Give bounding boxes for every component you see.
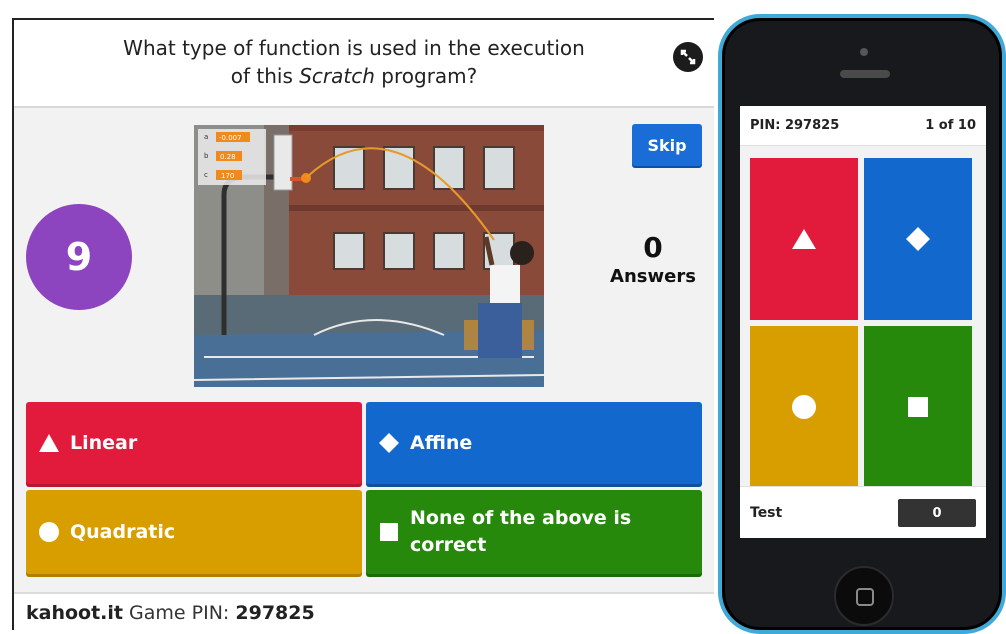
answers-label: Answers [610,266,696,287]
fullscreen-icon[interactable] [673,42,703,72]
player-footer: Test 0 [740,486,986,538]
screenshot-root: What type of function is used in the exe… [0,0,1006,634]
question-image: a -0.007 b 0.28 c 170 [194,125,544,387]
player-score: 0 [898,499,976,527]
triangle-icon [792,229,816,249]
var-name-a: a [204,133,208,141]
answers-counter: 0 Answers [598,232,708,290]
home-button-icon[interactable] [834,566,894,626]
footer-text: kahoot.it Game PIN: 297825 [26,602,315,624]
player-answer-grid [740,146,986,488]
circle-icon [792,395,816,419]
question-bar: What type of function is used in the exe… [14,20,714,108]
answer-label-none-line-2: correct [410,534,487,556]
skip-button[interactable]: Skip [632,124,702,166]
var-name-c: c [204,171,208,179]
answer-option-diamond[interactable]: Affine [366,402,702,484]
answer-option-circle[interactable]: Quadratic [26,490,362,574]
question-text: What type of function is used in the exe… [74,34,634,90]
speaker-icon [840,70,890,78]
answer-label-linear: Linear [70,431,138,454]
player-screen: PIN: 297825 1 of 10 Test 0 [740,106,986,538]
question-line-2-end: program? [374,64,478,88]
var-name-b: b [204,152,209,160]
player-pin: PIN: 297825 [750,118,840,133]
camera-icon [860,48,868,56]
question-progress: 1 of 10 [925,118,976,133]
answer-label-affine: Affine [410,431,473,454]
var-value-a: -0.007 [219,134,242,142]
square-icon [908,397,928,417]
host-screen: What type of function is used in the exe… [12,18,714,630]
answer-label-none-line-1: None of the above is [410,507,632,529]
question-line-2-italic: Scratch [299,64,375,88]
player-tile-diamond[interactable] [864,158,972,320]
player-tile-square[interactable] [864,326,972,488]
var-value-b: 0.28 [220,153,236,161]
question-line-2-start: of this [230,64,300,88]
triangle-icon [38,432,60,454]
square-icon [378,521,400,543]
answer-label-quadratic: Quadratic [70,520,176,543]
diamond-icon [378,432,400,454]
question-line-2: of this Scratch program? [74,62,634,90]
answer-option-square[interactable]: None of the above is correct [366,490,702,574]
answers-number: 0 [643,231,663,264]
game-pin-value: 297825 [235,602,315,624]
var-value-c: 170 [221,172,234,180]
countdown-timer: 9 [26,204,132,310]
question-line-1: What type of function is used in the exe… [123,36,585,60]
game-footer: kahoot.it Game PIN: 297825 [14,592,714,630]
player-nickname: Test [750,505,783,521]
brand-link[interactable]: kahoot.it [26,602,123,624]
player-tile-circle[interactable] [750,326,858,488]
player-status-bar: PIN: 297825 1 of 10 [740,106,986,146]
diamond-icon [906,227,930,251]
game-pin-label: Game PIN: [129,602,230,624]
player-tile-triangle[interactable] [750,158,858,320]
answer-label-none: None of the above is correct [410,505,631,559]
answer-option-triangle[interactable]: Linear [26,402,362,484]
home-square-icon [856,588,874,606]
phone-device: PIN: 297825 1 of 10 Test 0 [718,14,1006,634]
circle-icon [38,521,60,543]
